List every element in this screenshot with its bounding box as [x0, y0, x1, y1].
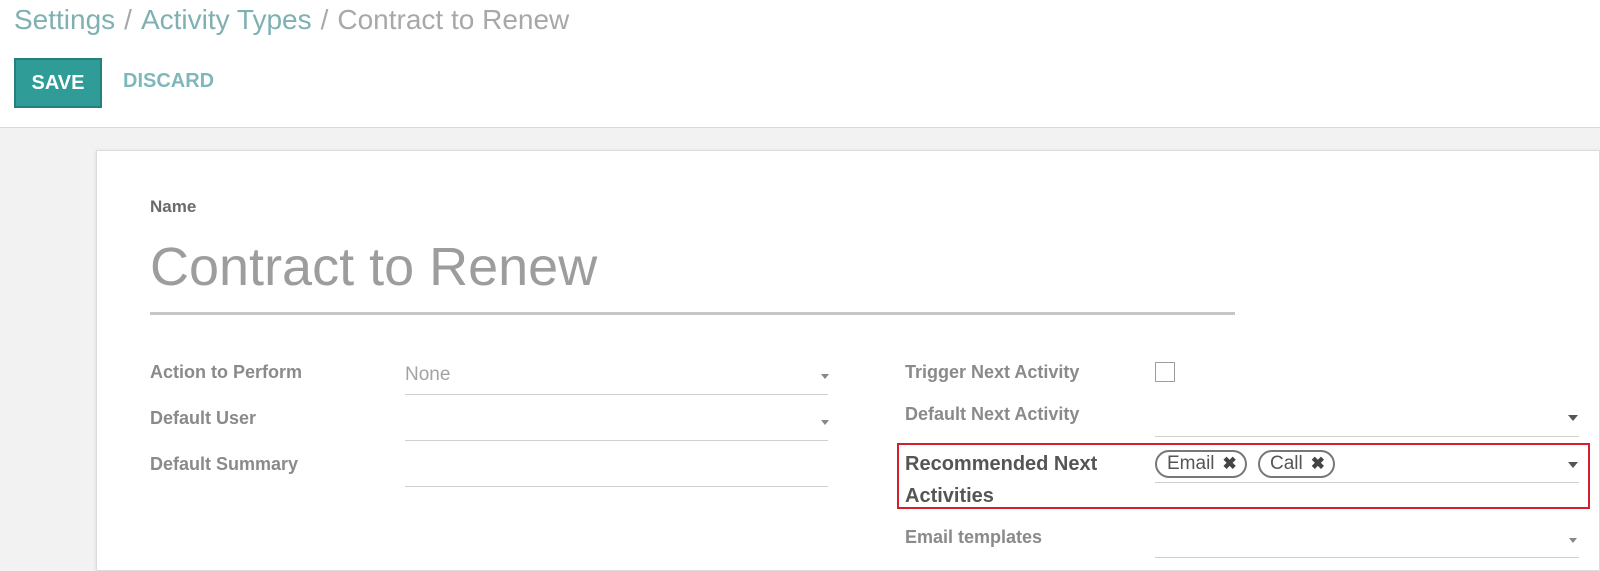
name-label: Name	[150, 197, 197, 216]
trigger-next-activity-checkbox[interactable]	[1155, 362, 1175, 382]
breadcrumb-settings[interactable]: Settings	[14, 4, 115, 35]
chevron-down-icon[interactable]	[821, 420, 829, 425]
control-panel: Settings / Activity Types / Contract to Rene…	[0, 0, 1600, 128]
breadcrumb-separator: /	[320, 4, 329, 35]
discard-button[interactable]: DISCARD	[123, 70, 214, 93]
tag-email[interactable]: Email ✖	[1155, 450, 1247, 478]
chevron-down-icon[interactable]	[821, 374, 829, 379]
default-user-underline	[405, 440, 828, 441]
email-templates-label: Email templates	[905, 527, 1043, 547]
chevron-down-icon[interactable]	[1569, 538, 1577, 543]
default-user-label: Default User	[150, 408, 257, 428]
tag-call[interactable]: Call ✖	[1258, 450, 1335, 478]
action-to-perform-select[interactable]: None	[405, 364, 450, 386]
trigger-next-activity-label: Trigger Next Activity	[905, 362, 1080, 382]
tag-label: Call	[1270, 453, 1303, 474]
recommended-next-activities-label: Recommended Next Activities	[905, 453, 1098, 507]
name-input[interactable]: Contract to Renew	[150, 236, 597, 298]
tag-label: Email	[1167, 453, 1215, 474]
close-icon[interactable]: ✖	[1223, 454, 1237, 474]
breadcrumb-activity-types[interactable]: Activity Types	[141, 4, 312, 35]
close-icon[interactable]: ✖	[1311, 454, 1325, 474]
chevron-down-icon[interactable]	[1568, 415, 1578, 421]
default-summary-underline	[405, 486, 828, 487]
name-underline	[150, 312, 1235, 315]
email-templates-underline	[1155, 557, 1579, 558]
action-to-perform-underline	[405, 394, 828, 395]
breadcrumb-separator: /	[124, 4, 132, 35]
breadcrumb-current: Contract to Renew	[337, 4, 570, 35]
breadcrumb: Settings / Activity Types / Contract to Rene…	[14, 4, 569, 36]
action-to-perform-label: Action to Perform	[150, 362, 303, 382]
save-button[interactable]: SAVE	[14, 58, 102, 108]
chevron-down-icon[interactable]	[1568, 462, 1578, 468]
default-next-activity-underline	[1155, 436, 1579, 437]
default-next-activity-label: Default Next Activity	[905, 404, 1080, 424]
recommended-next-activities-underline	[1155, 482, 1579, 483]
default-summary-label: Default Summary	[150, 454, 299, 474]
